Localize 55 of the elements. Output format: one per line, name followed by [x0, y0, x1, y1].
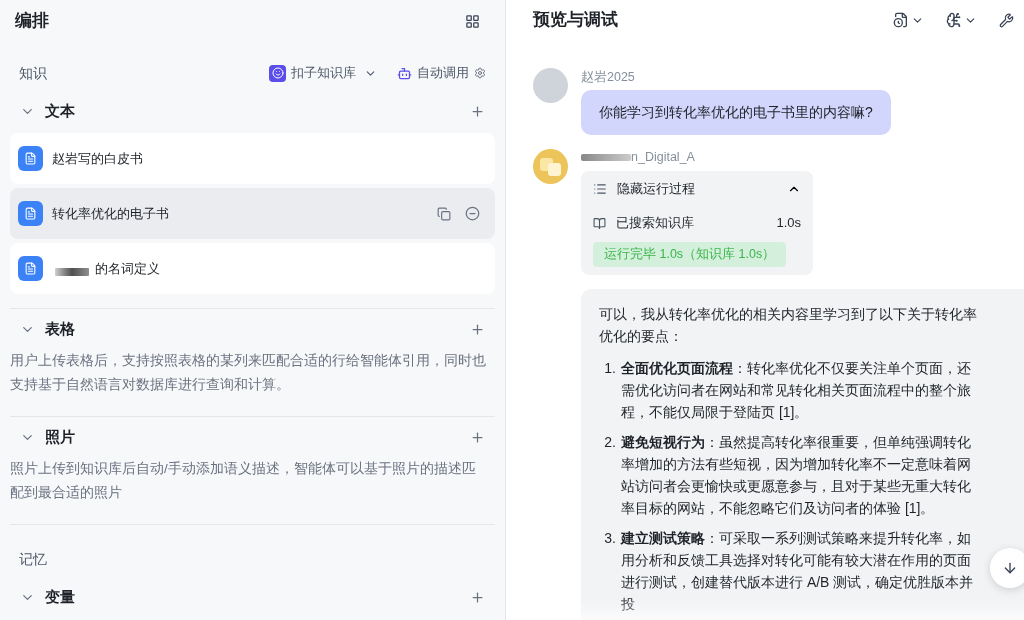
knowledge-item[interactable]: 转化率优化的电子书	[10, 188, 495, 239]
add-icon[interactable]	[470, 429, 485, 445]
section-title: 表格	[45, 318, 75, 339]
sender-name: n_Digital_A	[631, 149, 695, 165]
panel-title: 预览与调试	[533, 9, 618, 32]
list-item-text: 全面优化页面流程：转化率优化不仅要关注单个页面，还需优化访问者在网站和常见转化相关页面流程中的整个旅程，不能仅局限于登陆页 [1]。	[621, 358, 972, 422]
document-icon	[18, 256, 43, 281]
item-name: 的名词定义	[95, 259, 160, 278]
book-icon	[593, 216, 606, 230]
document-clock-icon	[893, 12, 909, 28]
bot-avatar	[533, 149, 568, 184]
section-title: 变量	[45, 586, 75, 607]
message-text: 可以，我从转化率优化的相关内容里学习到了以下关于转化率优化的要点：	[599, 304, 978, 346]
process-toggle[interactable]: 隐藏运行过程	[617, 179, 695, 199]
section-description: 用户上传表格后，支持按照表格的某列来匹配合适的行给智能体引用，同时也支持基于自然语言对数据库进行查询和计算。	[10, 352, 487, 394]
knowledge-item[interactable]: 的名词定义	[10, 243, 495, 294]
brain-icon	[946, 12, 962, 28]
add-icon[interactable]	[470, 103, 485, 119]
step-time: 1.0s	[776, 214, 801, 233]
add-icon[interactable]	[470, 589, 485, 605]
knowledge-source-dropdown[interactable]: 扣子知识库	[269, 63, 377, 83]
status-tag: 运行完毕 1.0s（知识库 1.0s）	[593, 242, 787, 267]
section-title: 照片	[45, 426, 75, 447]
group-label: 记忆	[19, 549, 47, 569]
wrench-icon[interactable]	[999, 12, 1014, 28]
item-name: 转化率优化的电子书	[52, 204, 169, 223]
history-dropdown[interactable]	[893, 12, 924, 28]
list-icon	[593, 182, 607, 196]
list-number: 3.	[603, 528, 617, 548]
item-name: 赵岩写的白皮书	[52, 149, 143, 168]
list-item-text: 避免短视行为：虽然提高转化率很重要，但单纯强调转化率增加的方法有些短视，因为增加转化率不一定意味着网站访问者会更愉快或更愿意参与，且对于某些无重大转化率目标的网站，不能忽略它们及访问者的体验 [1]。	[621, 432, 972, 518]
remove-icon[interactable]	[465, 206, 480, 221]
redacted-block	[581, 153, 631, 161]
list-item-text: 建立测试策略：可采取一系列测试策略来提升转化率，如用分析和反馈工具选择对转化可能有较大潜在作用的页面进行测试，创建替代版本进行 A/B 测试，确定优胜版本并投	[621, 528, 975, 614]
document-icon	[18, 146, 43, 171]
knowledge-item[interactable]: 赵岩写的白皮书	[10, 133, 495, 184]
document-icon	[18, 201, 43, 226]
settings-icon	[474, 67, 486, 79]
auto-call-setting[interactable]: 自动调用	[397, 63, 486, 83]
copy-icon[interactable]	[437, 206, 451, 221]
add-icon[interactable]	[470, 321, 485, 337]
panel-title: 编排	[15, 10, 49, 33]
robot-icon	[397, 65, 412, 81]
avatar-photo-placeholder	[533, 68, 568, 103]
section-description: 照片上传到知识库后自动/手动添加语义描述，智能体可以基于照片的描述匹配到最合适的照片	[10, 460, 477, 502]
sender-name: 赵岩2025	[581, 69, 636, 85]
arrow-down-icon	[1002, 560, 1018, 576]
user-message-bubble: 你能学习到转化率优化的电子书里的内容嘛?	[581, 90, 891, 135]
step-label: 已搜索知识库	[616, 214, 694, 233]
model-dropdown[interactable]	[946, 12, 977, 28]
grid-icon[interactable]	[465, 13, 480, 29]
list-number: 1.	[603, 358, 617, 378]
list-number: 2.	[603, 432, 617, 452]
group-label: 知识	[19, 63, 47, 83]
section-title: 文本	[45, 100, 75, 121]
